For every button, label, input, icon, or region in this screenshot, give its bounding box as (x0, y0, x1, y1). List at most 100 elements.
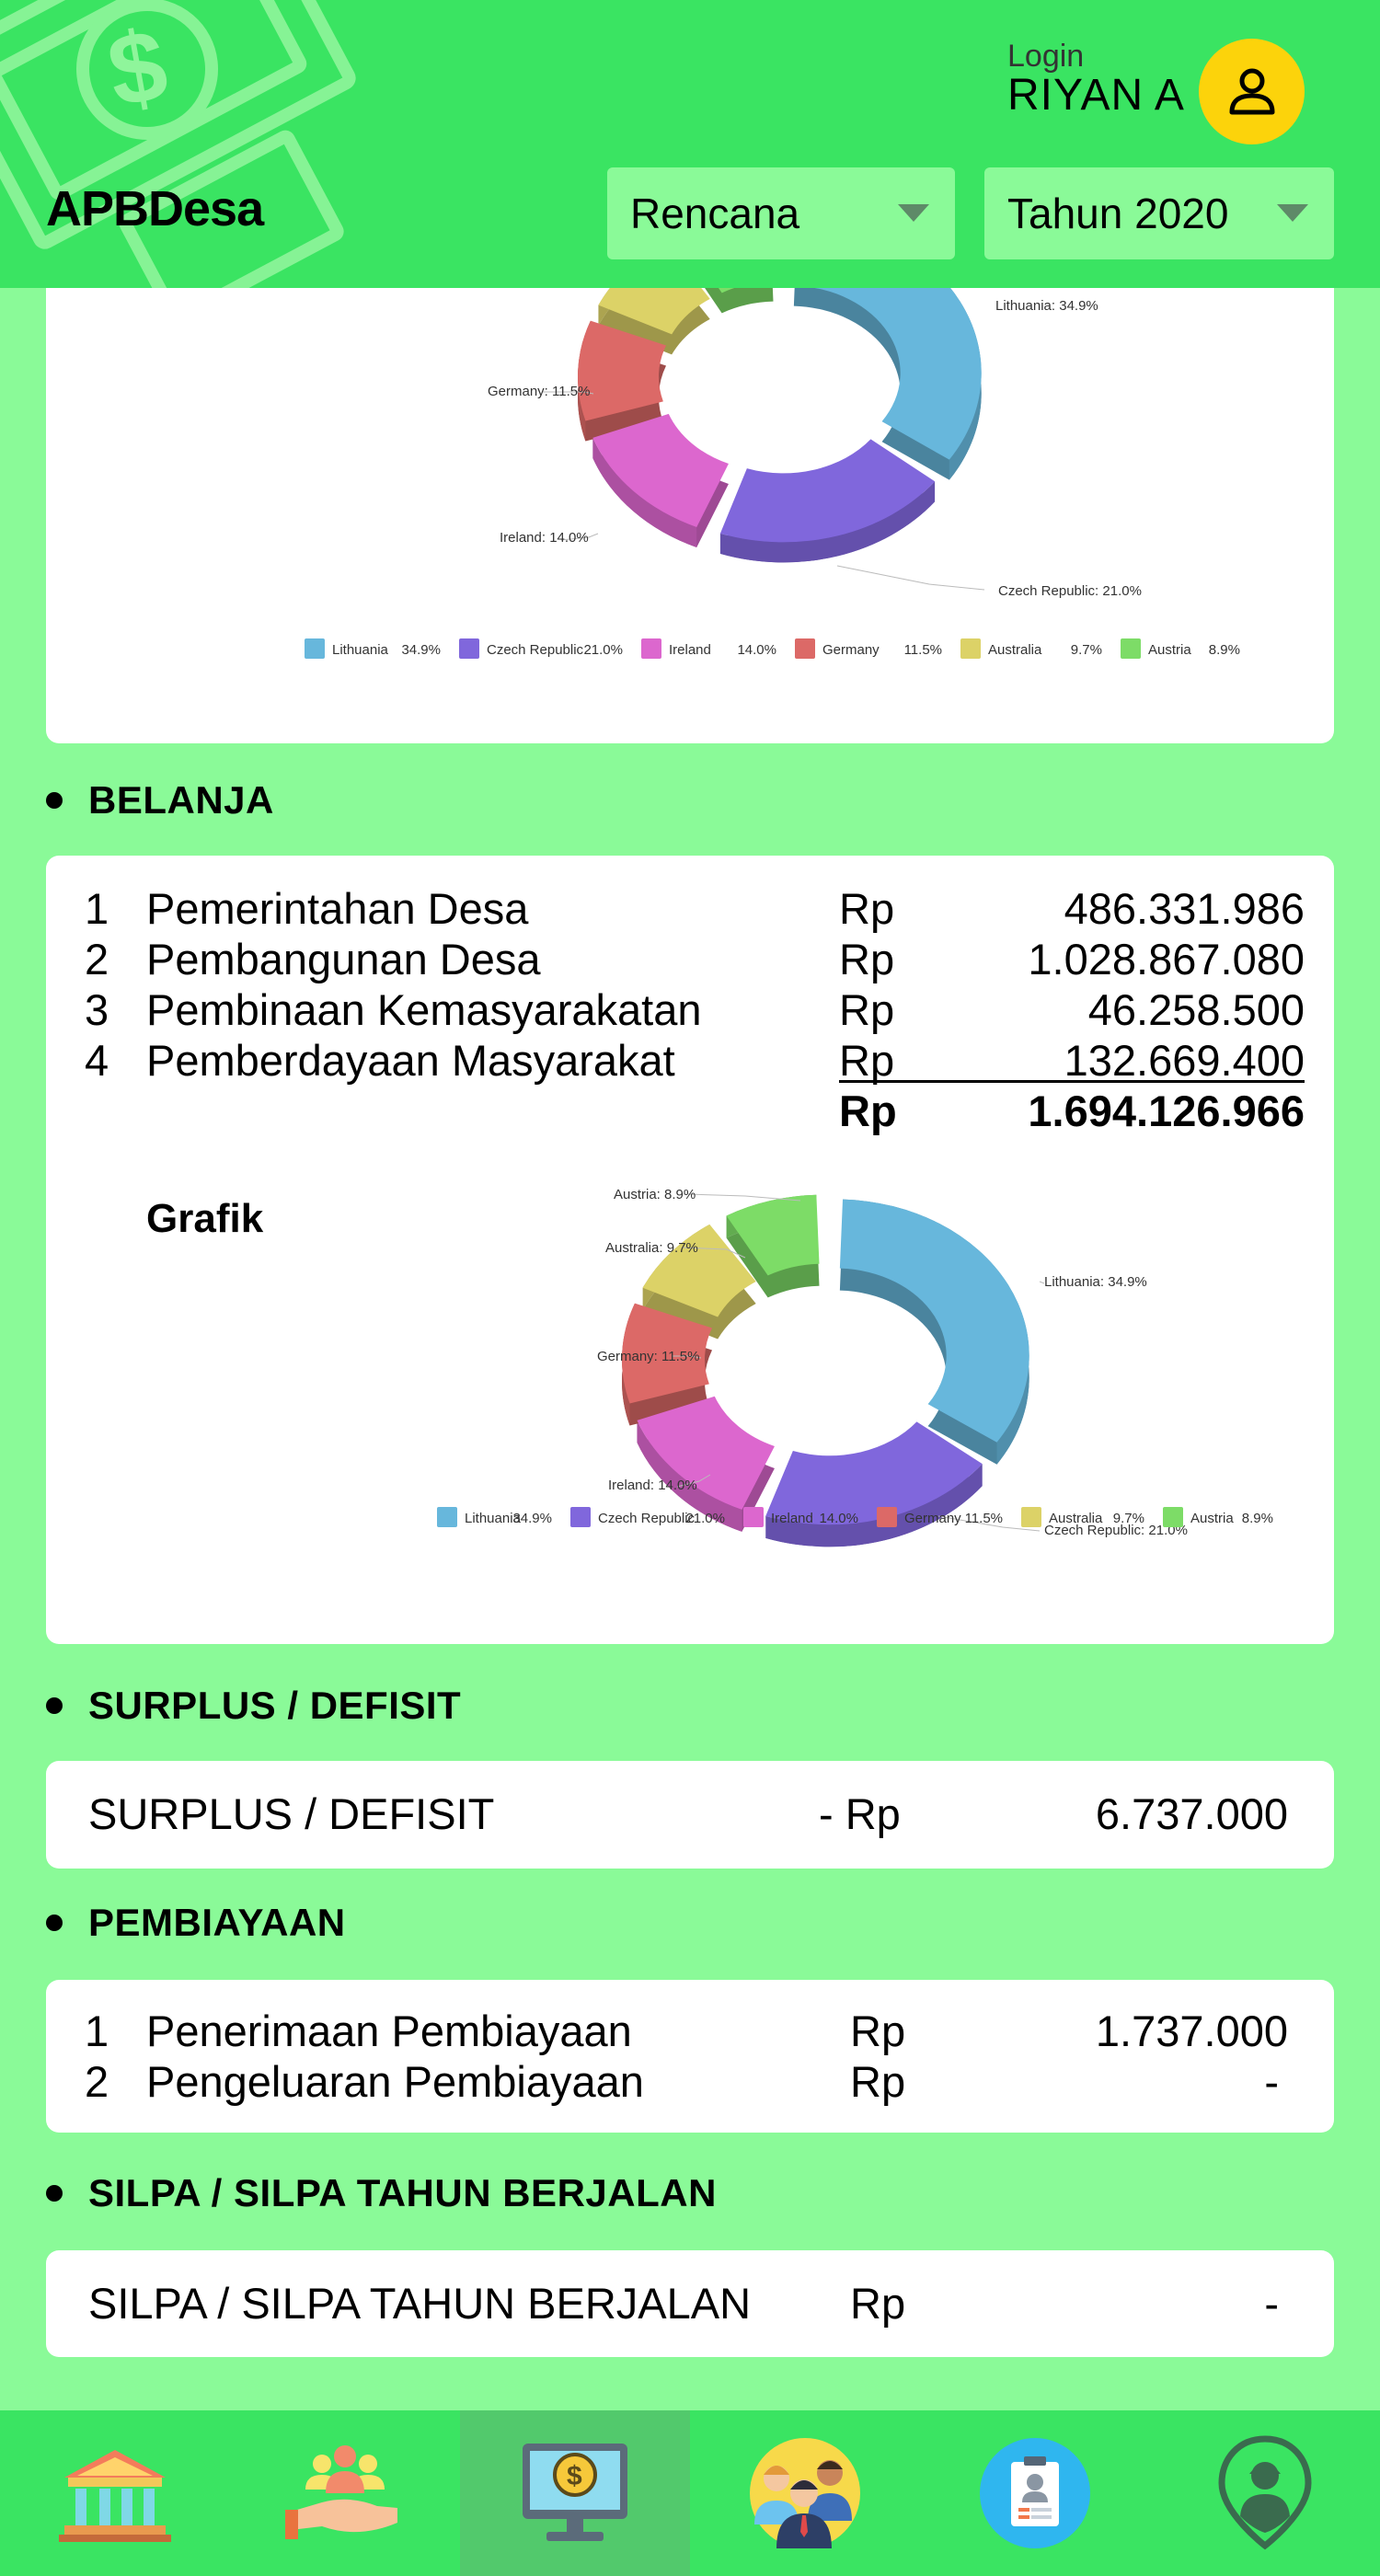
legend-value: 14.0% (819, 1511, 858, 1526)
label-czech: Czech Republic: 21.0% (998, 583, 1142, 599)
nav-bank[interactable] (0, 2410, 230, 2576)
legend-swatch[interactable] (570, 1507, 591, 1527)
bottom-navigation: $ (0, 2410, 1380, 2576)
nav-people[interactable] (690, 2410, 920, 2576)
legend-value: 21.0% (583, 642, 623, 658)
legend-value: 21.0% (685, 1511, 725, 1526)
plan-dropdown-value: Rencana (630, 190, 800, 237)
legend-value: 8.9% (1242, 1511, 1273, 1526)
belanja-row-no: 3 (85, 985, 109, 1034)
pendapatan-pie-chart: Lithuania: 34.9% Germany: 11.5% Ireland:… (305, 212, 1240, 659)
legend-label: Czech Republic (598, 1511, 696, 1526)
people-group-icon (750, 2438, 860, 2548)
belanja-row-amount: 1.028.867.080 (1028, 935, 1305, 983)
legend-value: 11.5% (965, 1511, 1003, 1526)
belanja-title: BELANJA (88, 778, 274, 822)
surplus-label: SURPLUS / DEFISIT (88, 1789, 495, 1838)
label-germany: Germany: 11.5% (488, 384, 590, 399)
pembiayaan-row-currency: Rp (850, 2007, 906, 2055)
pembiayaan-card: 1 Penerimaan Pembiayaan Rp 1.737.000 2 P… (46, 1980, 1334, 2133)
nav-community[interactable] (230, 2410, 460, 2576)
chevron-down-icon (1277, 204, 1308, 222)
budget-monitor-icon: $ (523, 2444, 627, 2541)
label-ireland: Ireland: 14.0% (500, 530, 589, 546)
belanja-row-no: 4 (85, 1036, 109, 1085)
belanja-row-currency: Rp (839, 935, 895, 983)
legend-swatch[interactable] (743, 1507, 764, 1527)
legend-label: Germany (904, 1511, 961, 1526)
legend-value: 34.9% (512, 1511, 552, 1526)
user-avatar-button[interactable] (1199, 39, 1305, 144)
year-dropdown[interactable]: Tahun 2020 (984, 167, 1334, 259)
legend-swatch[interactable] (1021, 1507, 1041, 1527)
legend-swatch[interactable] (459, 638, 479, 659)
label-lithuania: Lithuania: 34.9% (995, 298, 1098, 314)
legend-label: Czech Republic (487, 642, 584, 658)
legend-label: Austria (1190, 1511, 1234, 1526)
label-australia: Australia: 9.7% (605, 1240, 698, 1256)
surplus-amount: 6.737.000 (1095, 1789, 1288, 1838)
pembiayaan-title: PEMBIAYAAN (88, 1901, 346, 1944)
label-germany: Germany: 11.5% (597, 1349, 699, 1364)
pembiayaan-row-currency: Rp (850, 2057, 906, 2106)
silpa-heading: SILPA / SILPA TAHUN BERJALAN (46, 2171, 717, 2215)
legend-value: 9.7% (1113, 1511, 1144, 1526)
legend-label: Australia (1049, 1511, 1103, 1526)
legend-value: 34.9% (401, 642, 441, 658)
pembiayaan-row-label: Penerimaan Pembiayaan (146, 2007, 632, 2055)
pendapatan-chart-card: Lithuania: 34.9% Germany: 11.5% Ireland:… (46, 212, 1334, 743)
legend-swatch[interactable] (305, 638, 325, 659)
belanja-row-label: Pembangunan Desa (146, 935, 541, 983)
legend-swatch[interactable] (1163, 1507, 1183, 1527)
bullet-icon (46, 792, 63, 809)
belanja-row-amount: 486.331.986 (1064, 884, 1305, 933)
silpa-label: SILPA / SILPA TAHUN BERJALAN (88, 2279, 752, 2328)
belanja-row-currency: Rp (839, 985, 895, 1034)
belanja-card: 1 Pemerintahan Desa Rp 486.331.986 2 Pem… (46, 856, 1334, 1644)
belanja-total-amount: 1.694.126.966 (1028, 1087, 1305, 1135)
nav-location[interactable] (1150, 2410, 1380, 2576)
money-background-icon: $ (0, 0, 356, 288)
pie-slices (578, 212, 982, 563)
chart-legend: Lithuania 34.9% Czech Republic21.0% Ireland… (305, 638, 1240, 659)
legend-value: 14.0% (737, 642, 776, 658)
nav-profile[interactable] (920, 2410, 1150, 2576)
silpa-title: SILPA / SILPA TAHUN BERJALAN (88, 2171, 717, 2214)
user-name: RIYAN A (1007, 71, 1185, 120)
svg-text:$: $ (100, 7, 176, 129)
belanja-row-amount: 46.258.500 (1087, 985, 1305, 1034)
legend-swatch[interactable] (877, 1507, 897, 1527)
bullet-icon (46, 2185, 63, 2202)
belanja-row-no: 1 (85, 884, 109, 933)
belanja-row-label: Pemerintahan Desa (146, 884, 529, 933)
legend-label: Austria (1148, 642, 1191, 658)
location-person-icon (1218, 2435, 1312, 2550)
svg-text:$: $ (567, 2461, 582, 2491)
user-icon (1229, 68, 1274, 114)
legend-swatch[interactable] (1121, 638, 1141, 659)
bullet-icon (46, 1915, 63, 1931)
belanja-row-amount: 132.669.400 (1064, 1036, 1305, 1085)
legend-value: 8.9% (1209, 642, 1240, 658)
pembiayaan-heading: PEMBIAYAAN (46, 1901, 346, 1945)
chevron-down-icon (898, 204, 929, 222)
label-austria: Austria: 8.9% (614, 1187, 696, 1202)
profile-card-icon (980, 2438, 1090, 2548)
belanja-pie-chart: Austria: 8.9% Australia: 9.7% Germany: 1… (437, 1187, 1273, 1547)
year-dropdown-value: Tahun 2020 (1007, 190, 1229, 237)
legend-swatch[interactable] (437, 1507, 457, 1527)
legend-swatch[interactable] (641, 638, 661, 659)
belanja-total-currency: Rp (839, 1087, 897, 1135)
pembiayaan-row-no: 1 (85, 2007, 109, 2055)
legend-swatch[interactable] (795, 638, 815, 659)
legend-label: Lithuania (332, 642, 389, 658)
belanja-row-label: Pembinaan Kemasyarakatan (146, 985, 702, 1034)
pembiayaan-row-no: 2 (85, 2057, 109, 2106)
community-hand-icon (285, 2445, 397, 2539)
label-lithuania: Lithuania: 34.9% (1044, 1274, 1147, 1290)
surplus-heading: SURPLUS / DEFISIT (46, 1684, 461, 1728)
legend-value: 11.5% (904, 642, 942, 658)
legend-swatch[interactable] (960, 638, 981, 659)
nav-budget[interactable]: $ (460, 2410, 690, 2576)
plan-dropdown[interactable]: Rencana (607, 167, 955, 259)
